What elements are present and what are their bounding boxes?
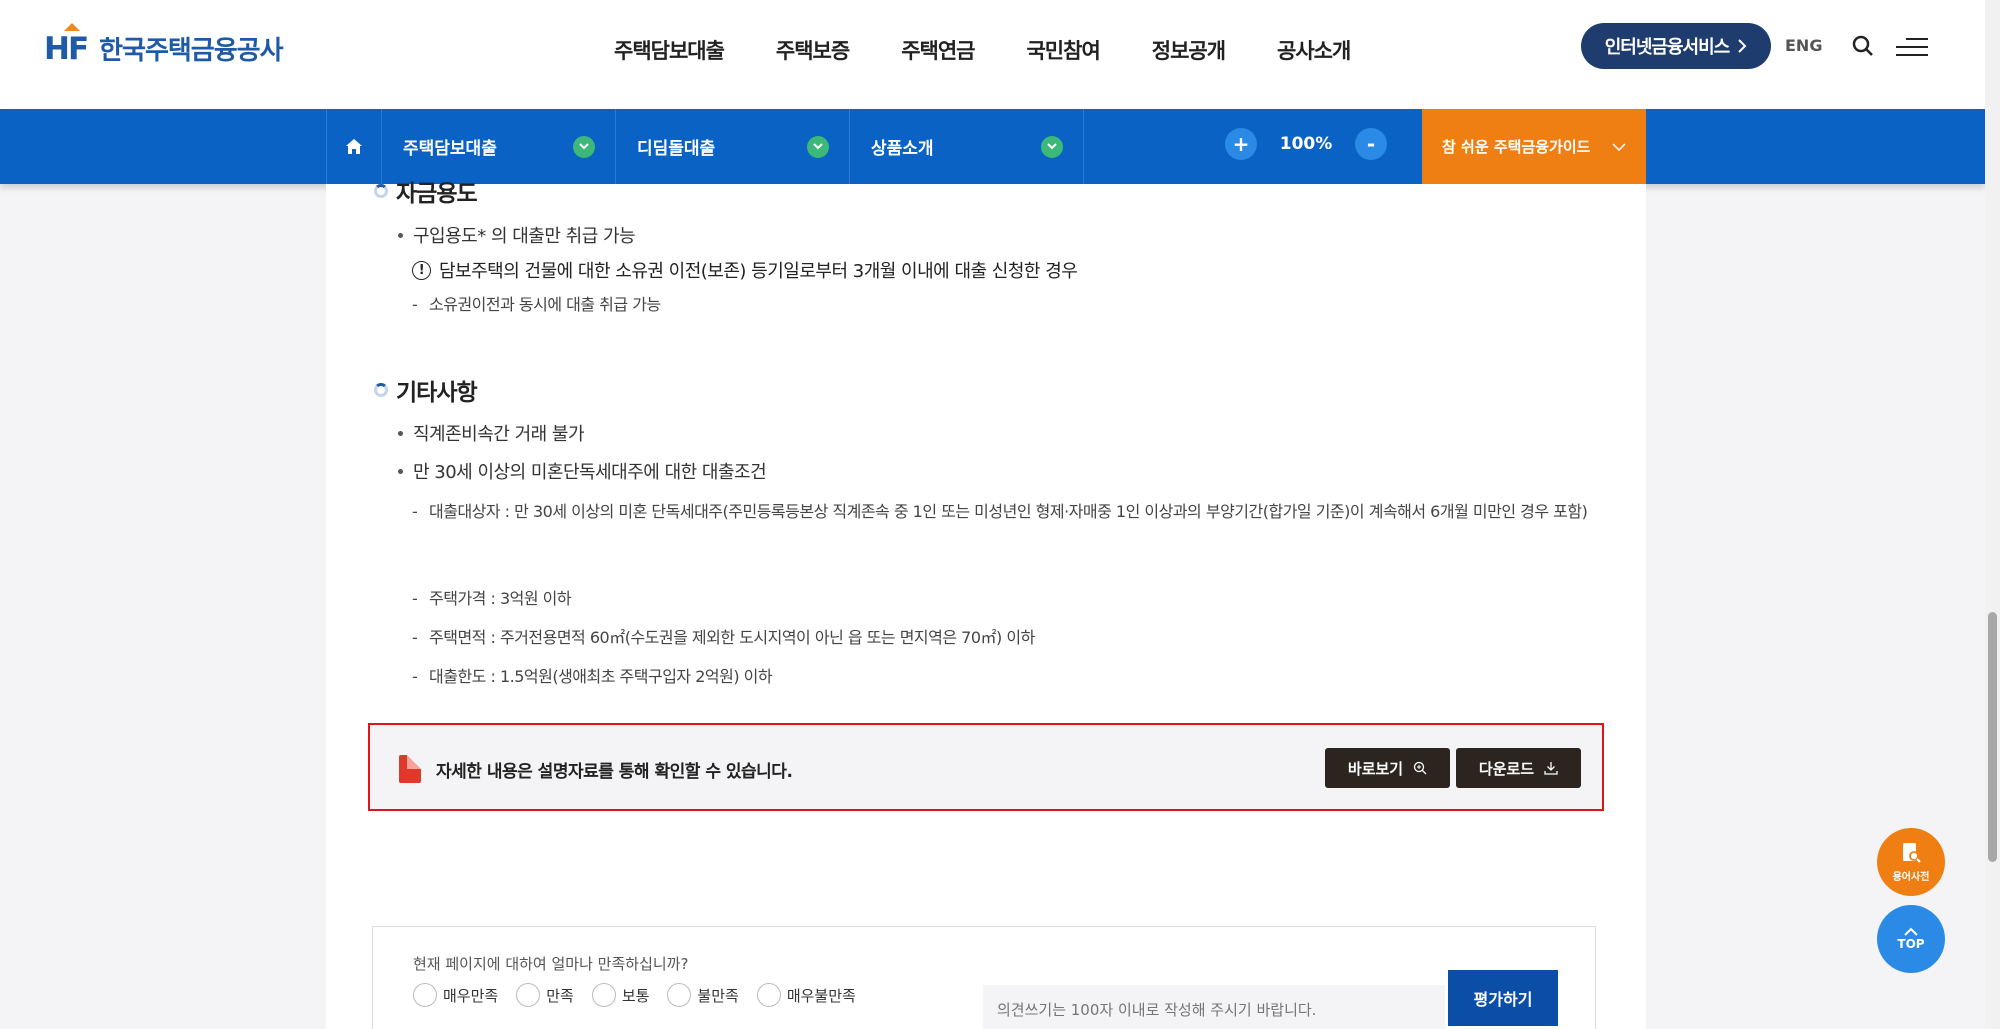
option-label: 매우불만족 <box>786 986 856 1005</box>
radio-button[interactable] <box>667 983 692 1007</box>
survey-comment-input[interactable] <box>983 985 1445 1029</box>
survey-option-dissatisfied[interactable]: 불만족 <box>667 983 739 1007</box>
top-label: TOP <box>1897 937 1925 951</box>
housing-finance-guide-button[interactable]: 참 쉬운 주택금융가이드 <box>1422 109 1646 184</box>
dash-item-text: 대출대상자 : 만 30세 이상의 미혼 단독세대주(주민등록등본상 직계존속 … <box>429 502 1588 521</box>
option-label: 보통 <box>621 986 650 1005</box>
survey-option-satisfied[interactable]: 만족 <box>516 983 574 1007</box>
internet-banking-label: 인터넷금융서비스 <box>1604 37 1730 58</box>
subnav-label: 주택담보대출 <box>403 139 497 159</box>
survey-option-very-satisfied[interactable]: 매우만족 <box>413 983 498 1007</box>
eng-language-link[interactable]: ENG <box>1785 36 1822 55</box>
radio-button[interactable] <box>591 983 616 1007</box>
list-item: 구입용도* 의 대출만 취급 가능 <box>398 222 636 248</box>
nav-item-mortgage[interactable]: 주택담보대출 <box>614 35 725 65</box>
notice-text: 담보주택의 건물에 대한 소유권 이전(보존) 등기일로부터 3개월 이내에 대… <box>439 261 1078 282</box>
dash-item: - 주택면적 : 주거전용면적 60㎡(수도권을 제외한 도시지역이 아닌 읍 또… <box>412 621 1612 654</box>
submit-rating-button[interactable]: 평가하기 <box>1448 970 1558 1026</box>
menu-icon[interactable] <box>1896 36 1928 58</box>
radio-button[interactable] <box>413 983 437 1007</box>
logo-text: 한국주택금융공사 <box>99 36 283 66</box>
section-title-text: 기타사항 <box>396 380 478 406</box>
subnav-label: 상품소개 <box>871 139 934 159</box>
nav-item-participation[interactable]: 국민참여 <box>1026 35 1100 65</box>
sub-nav-bar: 주택담보대출 디딤돌대출 상품소개 + 100% - 참 쉬운 주택금융가이드 <box>0 109 1985 184</box>
zoom-level: 100% <box>1279 134 1333 154</box>
pdf-file-icon <box>399 755 421 783</box>
chevron-down-icon <box>573 135 595 158</box>
radio-button[interactable] <box>756 983 781 1007</box>
survey-question: 현재 페이지에 대하여 얼마나 만족하십니까? <box>413 955 689 973</box>
zoom-in-magnifier-icon <box>1413 761 1427 775</box>
main-nav: 주택담보대출 주택보증 주택연금 국민참여 정보공개 공사소개 <box>614 35 1351 65</box>
internet-banking-button[interactable]: 인터넷금융서비스 <box>1581 23 1771 69</box>
notice-item: ! 담보주택의 건물에 대한 소유권 이전(보존) 등기일로부터 3개월 이내에… <box>412 257 1078 283</box>
home-button[interactable] <box>326 109 382 184</box>
download-label: 다운로드 <box>1478 759 1535 778</box>
exclamation-icon: ! <box>412 260 431 280</box>
dash-item-text: 주택가격 : 3억원 이하 <box>429 589 572 608</box>
glossary-button[interactable]: 용어사전 <box>1877 828 1945 896</box>
survey-option-very-dissatisfied[interactable]: 매우불만족 <box>756 983 856 1007</box>
subnav-dropdown-didimdol[interactable]: 디딤돌대출 <box>616 109 850 184</box>
guide-label: 참 쉬운 주택금융가이드 <box>1442 138 1591 156</box>
page-scrollbar[interactable] <box>1985 0 2000 1029</box>
survey-options: 매우만족 만족 보통 불만족 매우불만족 <box>413 983 856 1007</box>
chevron-right-icon <box>1738 39 1747 53</box>
site-header: HF 한국주택금융공사 주택담보대출 주택보증 주택연금 국민참여 정보공개 공… <box>0 0 1985 109</box>
list-item-text: 만 30세 이상의 미혼단독세대주에 대한 대출조건 <box>413 462 767 483</box>
main-content: 자금용도 구입용도* 의 대출만 취급 가능 ! 담보주택의 건물에 대한 소유… <box>326 181 1646 1029</box>
glossary-label: 용어사전 <box>1892 871 1930 883</box>
subnav-dropdown-mortgage[interactable]: 주택담보대출 <box>382 109 616 184</box>
view-document-button[interactable]: 바로보기 <box>1325 748 1450 788</box>
section-title-fund-usage: 자금용도 <box>374 174 478 208</box>
chevron-down-icon <box>1612 142 1626 151</box>
home-icon <box>346 139 362 154</box>
dash-item-text: 주택면적 : 주거전용면적 60㎡(수도권을 제외한 도시지역이 아닌 읍 또는… <box>429 628 1035 647</box>
subnav-label: 디딤돌대출 <box>637 139 716 159</box>
zoom-in-button[interactable]: + <box>1225 128 1257 160</box>
subnav-dropdown-product[interactable]: 상품소개 <box>850 109 1084 184</box>
nav-item-guarantee[interactable]: 주택보증 <box>776 35 850 65</box>
option-label: 매우만족 <box>443 986 499 1005</box>
logo-mark: HF <box>44 22 89 67</box>
zoom-out-button[interactable]: - <box>1355 128 1387 160</box>
option-label: 불만족 <box>697 986 739 1005</box>
section-ring-icon <box>374 184 388 198</box>
download-document-button[interactable]: 다운로드 <box>1456 748 1581 788</box>
site-logo[interactable]: HF 한국주택금융공사 <box>44 22 284 67</box>
chevron-down-icon <box>807 135 829 158</box>
zoom-control: + 100% - <box>1225 128 1387 160</box>
dash-item-text: 소유권이전과 동시에 대출 취급 가능 <box>429 295 661 314</box>
scrollbar-thumb[interactable] <box>1988 612 1997 862</box>
document-description: 자세한 내용은 설명자료를 통해 확인할 수 있습니다. <box>436 762 793 782</box>
dash-item-text: 대출한도 : 1.5억원(생애최초 주택구입자 2억원) 이하 <box>429 667 773 686</box>
option-label: 만족 <box>546 986 574 1005</box>
search-icon[interactable] <box>1852 35 1874 57</box>
survey-option-neutral[interactable]: 보통 <box>591 983 650 1007</box>
radio-button[interactable] <box>516 983 541 1007</box>
nav-item-disclosure[interactable]: 정보공개 <box>1152 35 1226 65</box>
satisfaction-survey: 현재 페이지에 대하여 얼마나 만족하십니까? 매우만족 만족 보통 불만족 매… <box>372 926 1596 1029</box>
chevron-down-icon <box>1041 135 1063 158</box>
document-download-box: 자세한 내용은 설명자료를 통해 확인할 수 있습니다. 바로보기 다운로드 <box>368 723 1604 811</box>
chevron-up-icon <box>1904 927 1918 936</box>
section-ring-icon <box>374 383 388 397</box>
nav-item-about[interactable]: 공사소개 <box>1277 35 1351 65</box>
list-item-text: 직계존비속간 거래 불가 <box>413 424 585 445</box>
section-title-text: 자금용도 <box>396 181 478 207</box>
view-label: 바로보기 <box>1347 759 1404 778</box>
list-item: 만 30세 이상의 미혼단독세대주에 대한 대출조건 <box>398 458 767 484</box>
download-icon <box>1544 762 1558 775</box>
book-search-icon <box>1903 842 1921 863</box>
list-item: 직계존비속간 거래 불가 <box>398 420 585 446</box>
dash-item: - 소유권이전과 동시에 대출 취급 가능 <box>412 288 1612 321</box>
nav-item-pension[interactable]: 주택연금 <box>901 35 975 65</box>
list-item-text: 구입용도* 의 대출만 취급 가능 <box>413 226 636 247</box>
dash-item: - 대출대상자 : 만 30세 이상의 미혼 단독세대주(주민등록등본상 직계존속… <box>412 495 1612 528</box>
dash-item: - 대출한도 : 1.5억원(생애최초 주택구입자 2억원) 이하 <box>412 660 1612 693</box>
dash-item: - 주택가격 : 3억원 이하 <box>412 582 1612 615</box>
scroll-to-top-button[interactable]: TOP <box>1877 905 1945 973</box>
section-title-etc: 기타사항 <box>374 373 478 407</box>
